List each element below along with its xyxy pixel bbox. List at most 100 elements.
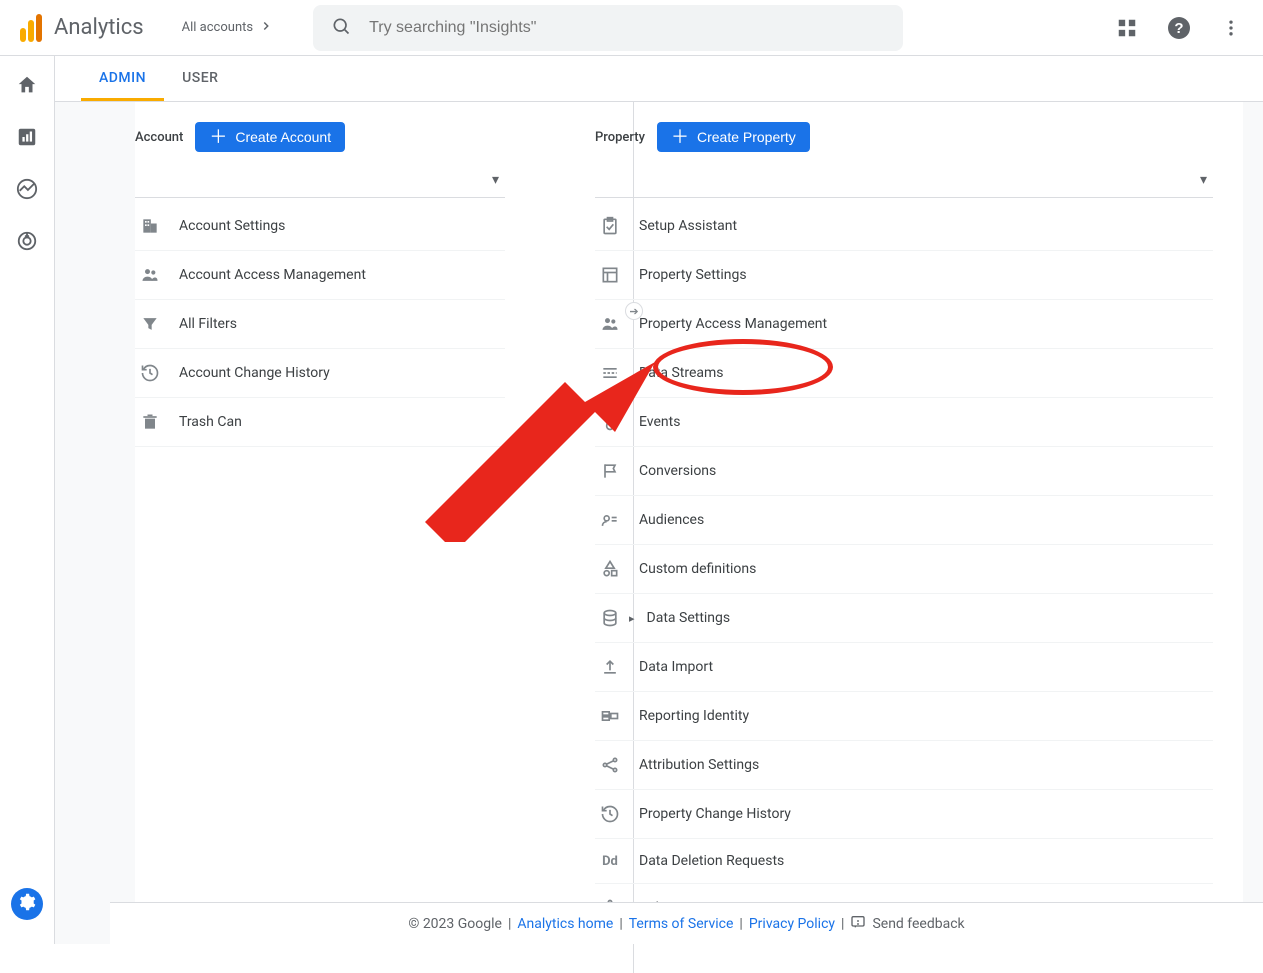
menu-label: Custom definitions [639, 561, 756, 577]
menu-label: Data Import [639, 659, 713, 675]
search-input[interactable] [369, 19, 885, 37]
account-selector[interactable]: ▾ [135, 162, 505, 198]
attribution-icon [599, 755, 621, 775]
chevron-right-icon [259, 19, 273, 37]
help-icon[interactable]: ? [1167, 16, 1191, 40]
footer-link-tos[interactable]: Terms of Service [629, 916, 734, 932]
database-icon [599, 608, 621, 628]
shapes-icon [599, 559, 621, 579]
data-import[interactable]: Data Import [595, 643, 1213, 692]
account-switcher[interactable]: All accounts [172, 13, 283, 43]
plus-icon: ＋ [671, 130, 689, 144]
history-icon [139, 363, 161, 383]
search-box[interactable] [313, 5, 903, 51]
caret-down-icon: ▾ [492, 172, 499, 188]
events[interactable]: Events [595, 398, 1213, 447]
send-feedback[interactable]: Send feedback [850, 914, 964, 934]
audiences[interactable]: Audiences [595, 496, 1213, 545]
footer-link-privacy[interactable]: Privacy Policy [749, 916, 835, 932]
menu-label: Property Access Management [639, 316, 827, 332]
admin-tabs: ADMIN USER [55, 56, 1263, 102]
menu-label: Setup Assistant [639, 218, 737, 234]
property-column-head: Property ＋ Create Property [595, 122, 1213, 152]
caret-right-icon: ▸ [629, 612, 635, 625]
footer-link-home[interactable]: Analytics home [517, 916, 613, 932]
people-icon [139, 265, 161, 285]
ga-logo-icon [20, 14, 44, 42]
nav-home-icon[interactable] [16, 74, 38, 100]
streams-icon [599, 363, 621, 383]
property-label: Property [595, 130, 645, 145]
gear-icon [18, 893, 36, 915]
menu-label: All Filters [179, 316, 237, 332]
conversions[interactable]: Conversions [595, 447, 1213, 496]
menu-label: Account Settings [179, 218, 285, 234]
data-deletion[interactable]: Dd Data Deletion Requests [595, 839, 1213, 884]
left-nav [0, 56, 55, 944]
data-settings[interactable]: ▸ Data Settings [595, 594, 1213, 643]
create-account-button[interactable]: ＋ Create Account [195, 122, 345, 152]
content-area: ADMIN USER Account ＋ Create Account ▾ [55, 56, 1263, 944]
accounts-label: All accounts [182, 20, 253, 35]
menu-label: Account Change History [179, 365, 330, 381]
property-selector[interactable]: ▾ [595, 162, 1213, 198]
feedback-label: Send feedback [872, 916, 964, 932]
feedback-icon [850, 914, 866, 934]
menu-label: Data Settings [647, 610, 731, 626]
clipboard-check-icon [599, 216, 621, 236]
dd-icon: Dd [599, 854, 621, 869]
account-column: Account ＋ Create Account ▾ Account Setti… [135, 102, 535, 973]
menu-label: Data Deletion Requests [639, 853, 784, 869]
flag-icon [599, 461, 621, 481]
topbar: Analytics All accounts ? [0, 0, 1263, 56]
menu-label: Attribution Settings [639, 757, 759, 773]
menu-label: Data Streams [639, 365, 724, 381]
account-column-head: Account ＋ Create Account [135, 122, 505, 152]
data-streams[interactable]: Data Streams [595, 349, 1213, 398]
property-column: Property ＋ Create Property ▾ Setup Assis… [595, 102, 1243, 973]
property-access[interactable]: Property Access Management [595, 300, 1213, 349]
custom-definitions[interactable]: Custom definitions [595, 545, 1213, 594]
tap-icon [599, 412, 621, 432]
account-menu: Account Settings Account Access Manageme… [135, 202, 505, 447]
apps-icon[interactable] [1115, 16, 1139, 40]
create-property-label: Create Property [697, 129, 796, 145]
menu-label: Conversions [639, 463, 716, 479]
menu-label: Property Settings [639, 267, 747, 283]
menu-label: Audiences [639, 512, 704, 528]
tab-user[interactable]: USER [164, 56, 236, 101]
create-account-label: Create Account [235, 129, 331, 145]
trash-can[interactable]: Trash Can [135, 398, 505, 447]
menu-label: Reporting Identity [639, 708, 749, 724]
account-access[interactable]: Account Access Management [135, 251, 505, 300]
reporting-identity[interactable]: Reporting Identity [595, 692, 1213, 741]
trash-icon [139, 412, 161, 432]
attribution-settings[interactable]: Attribution Settings [595, 741, 1213, 790]
property-settings[interactable]: Property Settings [595, 251, 1213, 300]
property-change-history[interactable]: Property Change History [595, 790, 1213, 839]
menu-label: Property Change History [639, 806, 791, 822]
account-change-history[interactable]: Account Change History [135, 349, 505, 398]
search-icon [331, 16, 369, 40]
create-property-button[interactable]: ＋ Create Property [657, 122, 810, 152]
building-icon [139, 216, 161, 236]
settings-fab[interactable] [11, 888, 43, 920]
setup-assistant[interactable]: Setup Assistant [595, 202, 1213, 251]
nav-reports-icon[interactable] [16, 126, 38, 152]
all-filters[interactable]: All Filters [135, 300, 505, 349]
admin-body: Account ＋ Create Account ▾ Account Setti… [135, 102, 1243, 973]
upload-icon [599, 657, 621, 677]
main-shell: ADMIN USER Account ＋ Create Account ▾ [0, 56, 1263, 944]
nav-explore-icon[interactable] [16, 178, 38, 204]
people-icon [599, 314, 621, 334]
menu-label: Events [639, 414, 680, 430]
tab-admin[interactable]: ADMIN [81, 56, 164, 101]
account-label: Account [135, 130, 183, 145]
menu-label: Trash Can [179, 414, 242, 430]
nav-advertising-icon[interactable] [16, 230, 38, 256]
svg-text:?: ? [1174, 20, 1183, 37]
more-menu-icon[interactable] [1219, 16, 1243, 40]
account-settings[interactable]: Account Settings [135, 202, 505, 251]
product-name: Analytics [54, 15, 144, 40]
topbar-right: ? [1115, 16, 1243, 40]
